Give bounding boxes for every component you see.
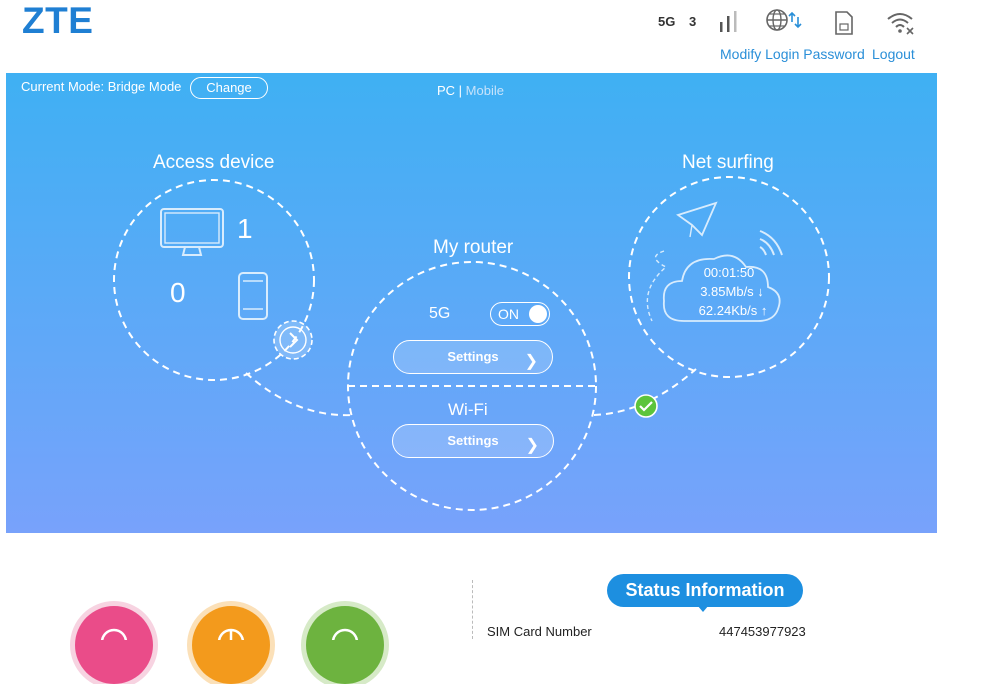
status-title-caret bbox=[697, 605, 709, 612]
dashboard-hero: Current Mode: Bridge Mode Change PC | Mo… bbox=[6, 73, 937, 533]
access-device-title: Access device bbox=[153, 152, 275, 173]
zte-logo: ZTE bbox=[22, 0, 94, 41]
settings-icon bbox=[331, 628, 359, 640]
wifi-label: Wi-Fi bbox=[448, 400, 488, 419]
toggle-on-label: ON bbox=[498, 306, 519, 322]
wifi-off-icon bbox=[887, 13, 914, 35]
chevron-right-icon: ❯ bbox=[525, 437, 539, 454]
toggle-knob bbox=[529, 305, 547, 323]
modify-password-link[interactable]: Modify Login Password bbox=[720, 46, 865, 62]
sim-card-icon bbox=[835, 11, 853, 35]
sim-card-number-value: 447453977923 bbox=[719, 624, 806, 639]
pc-device-count: 1 bbox=[237, 213, 253, 244]
band-5g-toggle[interactable]: ON bbox=[490, 302, 550, 326]
paper-plane-icon bbox=[676, 201, 718, 237]
settings-wifi-button[interactable]: Settings ❯ bbox=[392, 424, 554, 458]
net-surfing-title: Net surfing bbox=[682, 152, 774, 173]
upload-rate: 62.24Kb/s ↑ bbox=[698, 303, 768, 318]
download-rate: 3.85Mb/s ↓ bbox=[700, 284, 764, 299]
signal-count-label: 3 bbox=[689, 14, 697, 29]
connected-check-icon bbox=[634, 394, 658, 418]
network-type-label: 5G bbox=[658, 14, 676, 29]
globe-data-icon bbox=[766, 9, 802, 31]
quick-setup-circle[interactable] bbox=[75, 606, 153, 684]
logout-link[interactable]: Logout bbox=[872, 46, 915, 62]
settings-5g-label: Settings bbox=[447, 349, 499, 364]
phone-icon bbox=[238, 272, 268, 320]
signal-bars-icon bbox=[720, 11, 737, 32]
connected-duration: 00:01:50 bbox=[703, 265, 755, 280]
mobile-device-count: 0 bbox=[170, 277, 186, 308]
settings-circle[interactable] bbox=[306, 606, 384, 684]
bottom-divider bbox=[472, 580, 473, 639]
sim-card-number-label: SIM Card Number bbox=[487, 624, 592, 639]
chevron-right-icon: ❯ bbox=[524, 353, 538, 370]
monitor-icon bbox=[160, 208, 224, 256]
quick-setup-icon bbox=[100, 628, 128, 640]
settings-wifi-label: Settings bbox=[447, 433, 499, 448]
my-router-title: My router bbox=[433, 237, 514, 258]
settings-5g-button[interactable]: Settings ❯ bbox=[393, 340, 553, 374]
statistics-circle[interactable] bbox=[192, 606, 270, 684]
status-information-title: Status Information bbox=[607, 574, 803, 607]
band-5g-label: 5G bbox=[429, 305, 451, 322]
statistics-icon bbox=[217, 628, 245, 640]
access-router-link bbox=[245, 372, 355, 417]
access-device-next-icon[interactable] bbox=[272, 319, 314, 361]
